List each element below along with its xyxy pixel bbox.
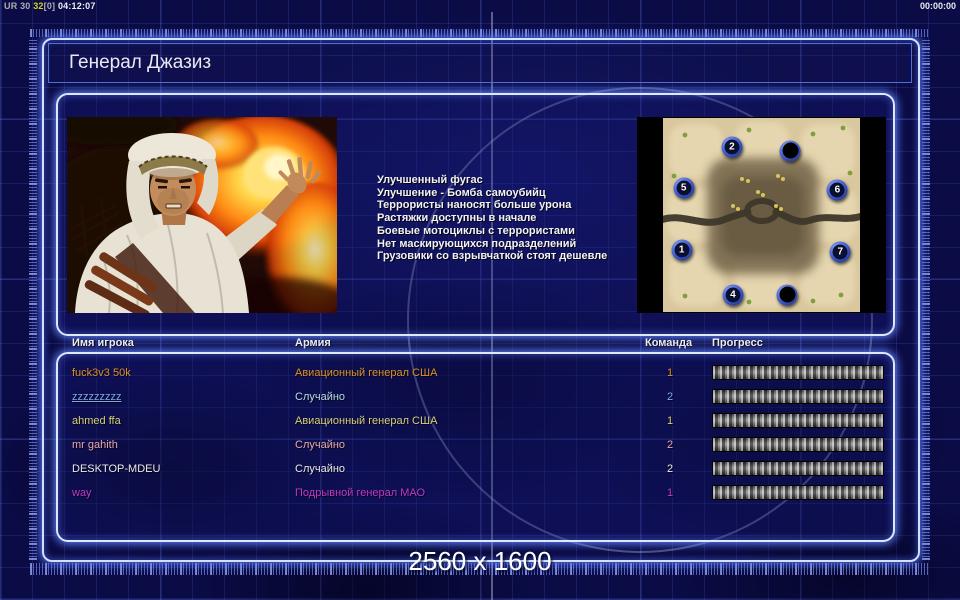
player-team: 1 — [645, 415, 695, 427]
progress-bar — [712, 461, 884, 476]
gentool-overlay: UR 30 32[0] 04:12:07 — [4, 1, 96, 11]
match-timer: 00:00:00 — [920, 1, 956, 11]
player-team: 1 — [645, 367, 695, 379]
map-preview: 2 5 6 1 7 4 — [637, 117, 886, 313]
player-name: ahmed ffa — [72, 415, 121, 427]
player-army: Случайно — [295, 439, 345, 451]
player-row: fuck3v3 50k Авиационный генерал США 1 — [56, 364, 893, 386]
gentool-session: UR 30 — [4, 1, 33, 11]
spawn-markers: 2 5 6 1 7 4 — [663, 118, 860, 312]
ruler-right — [922, 38, 930, 560]
features-list: Улучшенный фугас Улучшение - Бомба самоу… — [377, 174, 607, 263]
feature-line: Грузовики со взрывчаткой стоят дешевле — [377, 250, 607, 263]
player-row: zzzzzzzzz Случайно 2 — [56, 388, 893, 410]
gentool-fps: 32 — [33, 1, 43, 11]
player-army: Авиационный генерал США — [295, 367, 437, 379]
resolution-label: 2560 x 1600 — [0, 546, 960, 577]
gentool-counter: [0] — [44, 1, 58, 11]
ruler-top — [30, 29, 930, 37]
player-name: way — [72, 487, 92, 499]
gentool-uptime: 04:12:07 — [58, 1, 96, 11]
progress-bar — [712, 437, 884, 452]
player-name: zzzzzzzzz — [72, 391, 122, 403]
general-portrait-image — [67, 117, 337, 313]
player-army: Авиационный генерал США — [295, 415, 437, 427]
player-army: Подрывной генерал МАО — [295, 487, 425, 499]
column-header-team: Команда — [645, 337, 692, 349]
player-name: fuck3v3 50k — [72, 367, 131, 379]
column-header-progress: Прогресс — [712, 337, 763, 349]
player-row: ahmed ffa Авиационный генерал США 1 — [56, 412, 893, 434]
player-name: mr gahith — [72, 439, 118, 451]
feature-line: Улучшенный фугас — [377, 174, 607, 187]
spawn-marker: 2 — [721, 137, 742, 158]
progress-bar — [712, 413, 884, 428]
feature-line: Нет маскирующихся подразделений — [377, 238, 607, 251]
spawn-marker: 4 — [722, 284, 743, 305]
loading-screen: UR 30 32[0] 04:12:07 00:00:00 Генерал Дж… — [0, 0, 960, 600]
progress-bar — [712, 389, 884, 404]
feature-line: Террористы наносят больше урона — [377, 199, 607, 212]
general-portrait — [67, 117, 337, 313]
spawn-marker — [777, 284, 798, 305]
player-row: mr gahith Случайно 2 — [56, 436, 893, 458]
player-team: 1 — [645, 487, 695, 499]
progress-bar — [712, 365, 884, 380]
feature-line: Боевые мотоциклы с террористами — [377, 225, 607, 238]
spawn-marker: 1 — [671, 239, 692, 260]
player-team: 2 — [645, 391, 695, 403]
feature-line: Растяжки доступны в начале — [377, 212, 607, 225]
title-bar: Генерал Джазиз — [48, 43, 912, 83]
column-header-player-name: Имя игрока — [72, 337, 134, 349]
spawn-marker: 6 — [827, 179, 848, 200]
map-image: 2 5 6 1 7 4 — [663, 118, 860, 312]
ruler-left — [29, 38, 37, 560]
general-panel: Улучшенный фугас Улучшение - Бомба самоу… — [56, 93, 895, 336]
player-team: 2 — [645, 439, 695, 451]
page-title: Генерал Джазиз — [69, 52, 211, 74]
feature-line: Улучшение - Бомба самоубийц — [377, 187, 607, 200]
player-army: Случайно — [295, 463, 345, 475]
spawn-marker: 5 — [673, 177, 694, 198]
player-row: way Подрывной генерал МАО 1 — [56, 484, 893, 506]
player-name: DESKTOP-MDEU — [72, 463, 160, 475]
progress-bar — [712, 485, 884, 500]
spawn-marker — [780, 140, 801, 161]
player-row: DESKTOP-MDEU Случайно 2 — [56, 460, 893, 482]
column-header-army: Армия — [295, 337, 331, 349]
spawn-marker: 7 — [830, 241, 851, 262]
player-team: 2 — [645, 463, 695, 475]
player-army: Случайно — [295, 391, 345, 403]
